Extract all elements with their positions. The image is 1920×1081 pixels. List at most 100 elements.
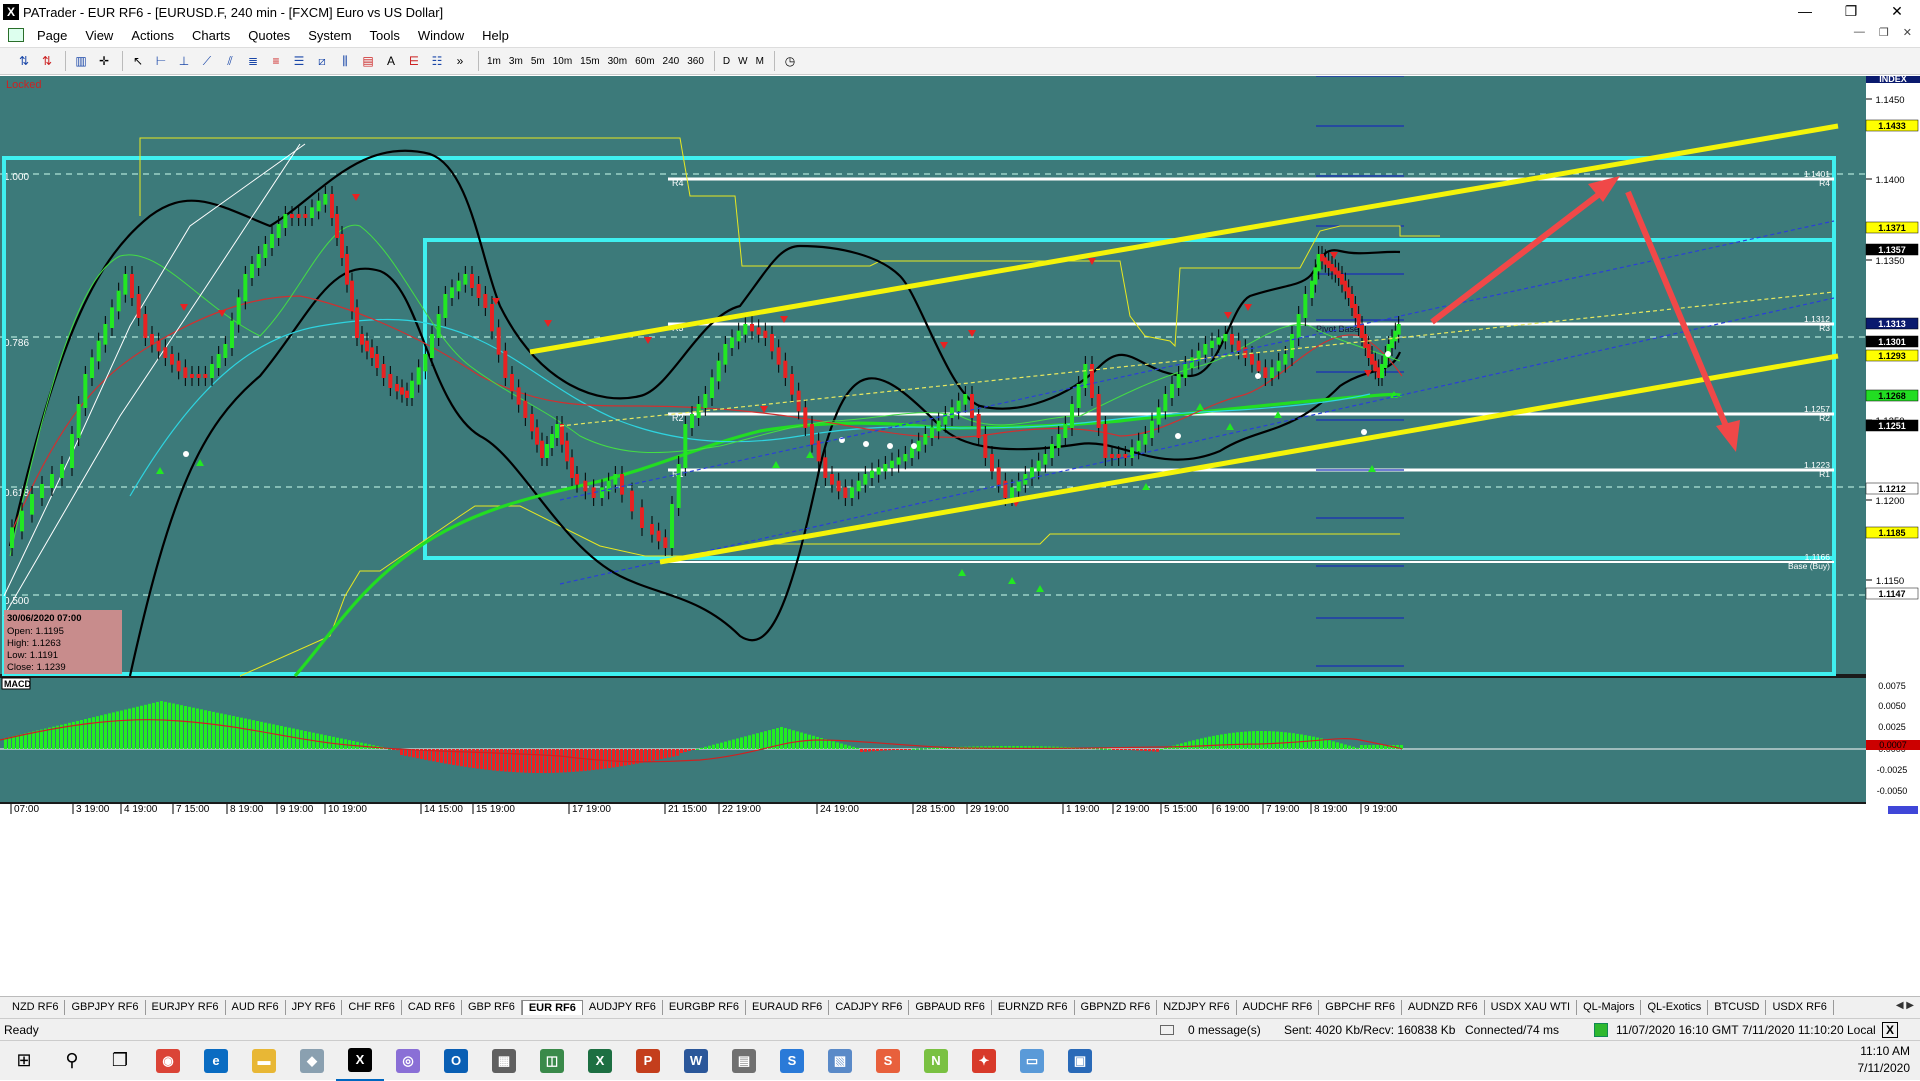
candle-body[interactable] [783, 360, 788, 378]
candle-body[interactable] [1303, 294, 1308, 318]
candle-body[interactable] [30, 494, 34, 515]
period-weekly[interactable]: W [735, 56, 750, 67]
candle-body[interactable] [1250, 354, 1254, 365]
symbol-tab[interactable]: AUD RF6 [226, 1000, 286, 1015]
candle-body[interactable] [123, 274, 128, 295]
mdi-close-button[interactable]: ✕ [1903, 26, 1912, 39]
candle-body[interactable] [243, 274, 248, 302]
candle-body[interactable] [60, 464, 64, 478]
candle-body[interactable] [163, 347, 168, 358]
more-tools-icon[interactable]: » [450, 51, 470, 71]
candle-body[interactable] [350, 280, 354, 312]
candle-body[interactable] [956, 400, 961, 412]
candle-body[interactable] [896, 457, 901, 465]
candle-body[interactable] [763, 330, 768, 338]
candle-body[interactable] [830, 474, 834, 485]
candle-body[interactable] [990, 454, 994, 472]
search-button[interactable]: ⚲ [48, 1041, 96, 1081]
candle-body[interactable] [1096, 394, 1101, 428]
message-icon[interactable] [1160, 1024, 1174, 1035]
candle-body[interactable] [1203, 344, 1208, 355]
candle-body[interactable] [650, 524, 654, 535]
candle-body[interactable] [850, 487, 854, 498]
candle-body[interactable] [150, 334, 154, 345]
levels-icon[interactable]: ⋿ [404, 51, 424, 71]
candle-body[interactable] [936, 420, 941, 432]
macd-panel[interactable] [0, 678, 1866, 802]
candle-body[interactable] [250, 264, 254, 278]
taskbar-app-app-doc[interactable]: ▧ [816, 1041, 864, 1081]
symbol-tab[interactable]: USDX RF6 [1766, 1000, 1834, 1015]
mdi-minimize-button[interactable]: — [1854, 26, 1865, 39]
candle-body[interactable] [156, 340, 161, 352]
price-chart-svg[interactable]: INDEX Locked 07:00 3 19:00 4 19:00 7 15:00 8… [0, 74, 1920, 994]
candle-body[interactable] [803, 407, 808, 428]
candle-body[interactable] [416, 367, 421, 385]
candle-body[interactable] [730, 337, 734, 348]
candle-body[interactable] [230, 320, 234, 348]
symbol-tab[interactable]: GBPNZD RF6 [1075, 1000, 1158, 1015]
candle-body[interactable] [716, 360, 721, 382]
candle-body[interactable] [76, 404, 81, 438]
candle-body[interactable] [463, 274, 468, 285]
candle-body[interactable] [756, 327, 761, 335]
fib-extension-icon[interactable]: ≡ [266, 51, 286, 71]
candle-body[interactable] [1116, 454, 1121, 458]
status-x-icon[interactable]: X [1882, 1021, 1898, 1038]
candle-body[interactable] [256, 254, 261, 268]
candle-body[interactable] [1156, 407, 1161, 425]
candle-body[interactable] [1296, 314, 1301, 338]
chart-icon[interactable]: ▥ [71, 51, 91, 71]
symbol-tab[interactable]: CADJPY RF6 [829, 1000, 910, 1015]
candle-body[interactable] [903, 454, 908, 462]
candle-body[interactable] [1150, 420, 1154, 438]
candle-body[interactable] [1283, 354, 1288, 365]
candle-body[interactable] [375, 354, 379, 368]
cycle-lines-icon[interactable]: ⫼ [335, 51, 355, 71]
system-clock[interactable]: 11:10 AM 7/11/2020 [1858, 1043, 1911, 1077]
candle-body[interactable] [323, 194, 328, 205]
candle-body[interactable] [843, 487, 848, 498]
candle-body[interactable] [405, 390, 409, 398]
candle-body[interactable] [823, 457, 828, 478]
candle-body[interactable] [203, 374, 208, 378]
candle-body[interactable] [1270, 367, 1274, 378]
candle-body[interactable] [890, 460, 894, 468]
candle-body[interactable] [876, 467, 881, 475]
taskbar-app-excel[interactable]: X [576, 1041, 624, 1081]
candle-body[interactable] [723, 344, 728, 365]
candle-body[interactable] [555, 424, 559, 438]
axis-mode-icon[interactable] [1888, 806, 1918, 814]
candle-body[interactable] [1070, 404, 1074, 428]
menu-window[interactable]: Window [409, 28, 473, 43]
candle-body[interactable] [450, 287, 454, 298]
candle-body[interactable] [1063, 424, 1068, 438]
menu-quotes[interactable]: Quotes [239, 28, 299, 43]
candle-body[interactable] [620, 474, 624, 495]
candle-body[interactable] [283, 214, 288, 228]
sell-arrow-icon[interactable]: ⇅ [37, 51, 57, 71]
candle-body[interactable] [560, 424, 564, 445]
timeframe-60m[interactable]: 60m [632, 56, 657, 67]
candle-body[interactable] [130, 274, 134, 298]
candle-body[interactable] [270, 234, 274, 248]
candle-body[interactable] [136, 294, 141, 318]
candle-body[interactable] [550, 434, 554, 448]
symbol-tab[interactable]: CAD RF6 [402, 1000, 462, 1015]
candle-body[interactable] [1103, 424, 1108, 458]
candle-body[interactable] [83, 374, 88, 408]
candle-body[interactable] [863, 474, 868, 485]
candle-body[interactable] [395, 384, 399, 392]
menu-system[interactable]: System [299, 28, 360, 43]
candle-body[interactable] [575, 474, 579, 485]
candle-body[interactable] [70, 434, 74, 468]
menu-actions[interactable]: Actions [122, 28, 183, 43]
candle-body[interactable] [290, 214, 294, 218]
menu-page[interactable]: Page [28, 28, 76, 43]
candle-body[interactable] [10, 527, 14, 548]
buy-arrow-icon[interactable]: ⇅ [14, 51, 34, 71]
symbol-tab[interactable]: EURGBP RF6 [663, 1000, 747, 1015]
candle-body[interactable] [143, 314, 148, 338]
candle-body[interactable] [483, 294, 488, 308]
candle-body[interactable] [516, 387, 521, 405]
